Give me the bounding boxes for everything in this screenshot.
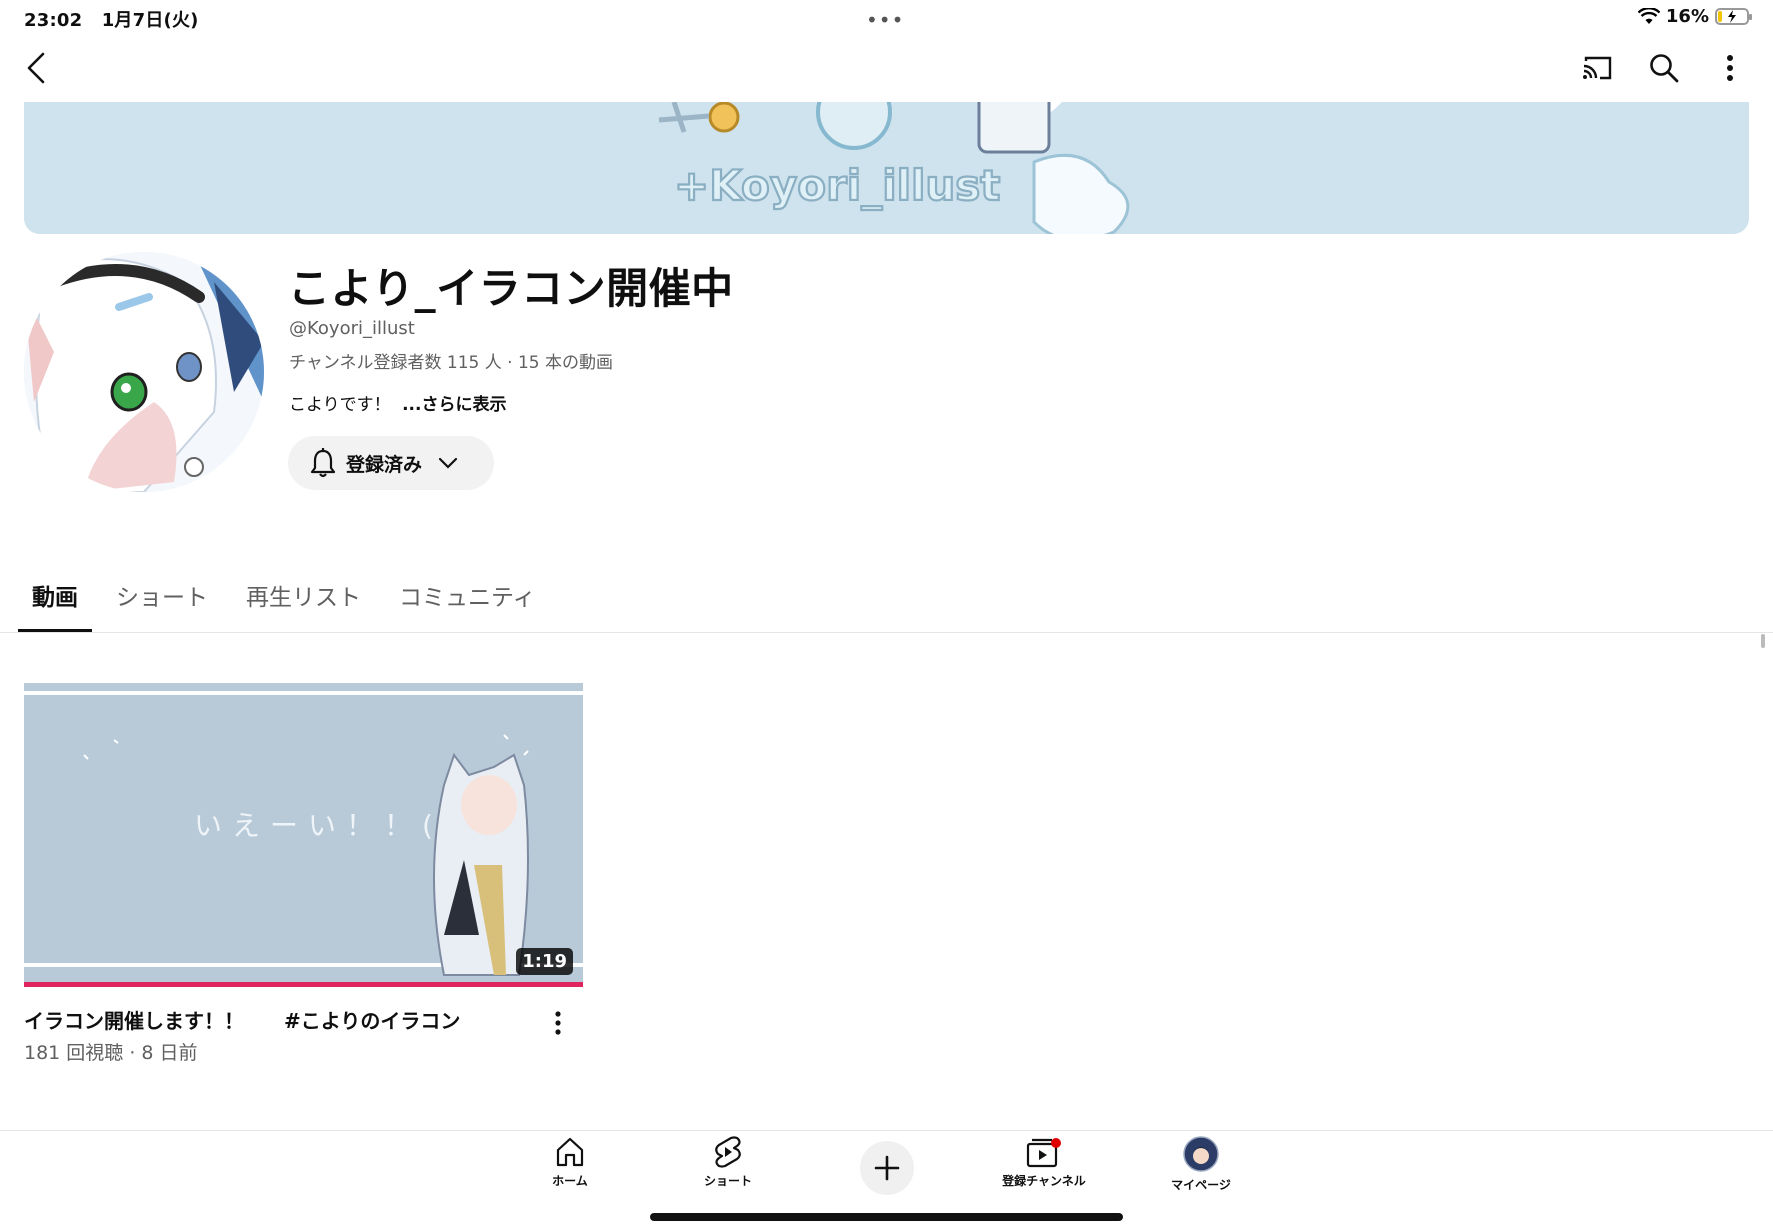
channel-name: こより_イラコン開催中 (288, 264, 734, 313)
shorts-icon (715, 1136, 741, 1168)
video-title[interactable]: イラコン開催します！！ #こよりのイラコン (24, 1005, 460, 1034)
more-vert-icon (555, 1011, 561, 1035)
bell-icon (310, 448, 336, 478)
svg-text:いえーい！！((: いえーい！！(( (194, 809, 464, 842)
channel-avatar[interactable] (24, 252, 264, 492)
channel-tabs: 動画 ショート 再生リスト コミュニティ (18, 560, 560, 632)
back-icon (27, 52, 45, 84)
tab-playlists[interactable]: 再生リスト (232, 560, 375, 632)
status-time: 23:02 (24, 10, 83, 31)
multitask-dots[interactable]: ••• (866, 8, 904, 32)
search-button[interactable] (1642, 46, 1686, 90)
wifi-icon (1637, 8, 1660, 25)
nav-shorts-label: ショート (703, 1174, 752, 1188)
more-options-button[interactable] (1708, 46, 1752, 90)
search-icon (1650, 54, 1679, 83)
video-duration: 1:19 (516, 948, 573, 975)
back-button[interactable] (14, 46, 58, 90)
status-time-date: 23:02 1月7日(火) (24, 6, 199, 32)
subscribe-label: 登録済み (346, 453, 423, 476)
subscriptions-icon (1026, 1138, 1061, 1168)
nav-my-page[interactable]: マイページ (1141, 1136, 1261, 1196)
home-icon (556, 1137, 584, 1167)
battery-fill (1718, 11, 1722, 22)
watch-progress-bar (24, 982, 583, 987)
video-more-button[interactable] (540, 1003, 576, 1043)
channel-banner: +Koyori_illust (24, 102, 1749, 234)
tab-videos[interactable]: 動画 (18, 560, 92, 632)
tabs-divider (0, 632, 1773, 633)
plus-icon (874, 1155, 900, 1181)
battery-percent: 16% (1665, 6, 1709, 27)
more-vert-icon (1727, 55, 1733, 81)
tab-shorts[interactable]: ショート (102, 560, 222, 632)
status-date: 1月7日(火) (101, 10, 199, 31)
nav-subscriptions-label: 登録チャンネル (1002, 1174, 1086, 1188)
bottom-nav-divider (0, 1130, 1773, 1131)
avatar-icon (1183, 1136, 1219, 1172)
cast-icon (1583, 56, 1612, 80)
scroll-indicator (1761, 634, 1765, 648)
channel-description[interactable]: こよりです！ ...さらに表示 (289, 390, 506, 415)
show-more-link[interactable]: ...さらに表示 (402, 395, 506, 415)
home-indicator (650, 1213, 1123, 1221)
video-thumbnail[interactable]: いえーい！！(( 1:19 (24, 675, 583, 987)
channel-stats: チャンネル登録者数 115 人 ‧ 15 本の動画 (289, 353, 613, 373)
nav-subscriptions[interactable]: 登録チャンネル (984, 1136, 1104, 1196)
nav-shorts[interactable]: ショート (668, 1136, 788, 1196)
channel-handle: @Koyori_illust (289, 318, 415, 339)
video-meta: 181 回視聴 · 8 日前 (24, 1042, 198, 1064)
nav-home[interactable]: ホーム (510, 1136, 630, 1196)
svg-text:+Koyori_illust: +Koyori_illust (674, 161, 1000, 210)
description-text: こよりです！ (289, 395, 391, 415)
nav-my-page-label: マイページ (1171, 1178, 1231, 1192)
status-right: 16% (1637, 6, 1752, 27)
tab-community[interactable]: コミュニティ (385, 560, 550, 632)
battery-icon (1715, 8, 1752, 25)
cast-button[interactable] (1576, 46, 1620, 90)
nav-home-label: ホーム (552, 1174, 588, 1188)
create-button[interactable] (860, 1141, 914, 1195)
subscribed-button[interactable]: 登録済み (288, 436, 494, 490)
chevron-down-icon (438, 457, 458, 469)
